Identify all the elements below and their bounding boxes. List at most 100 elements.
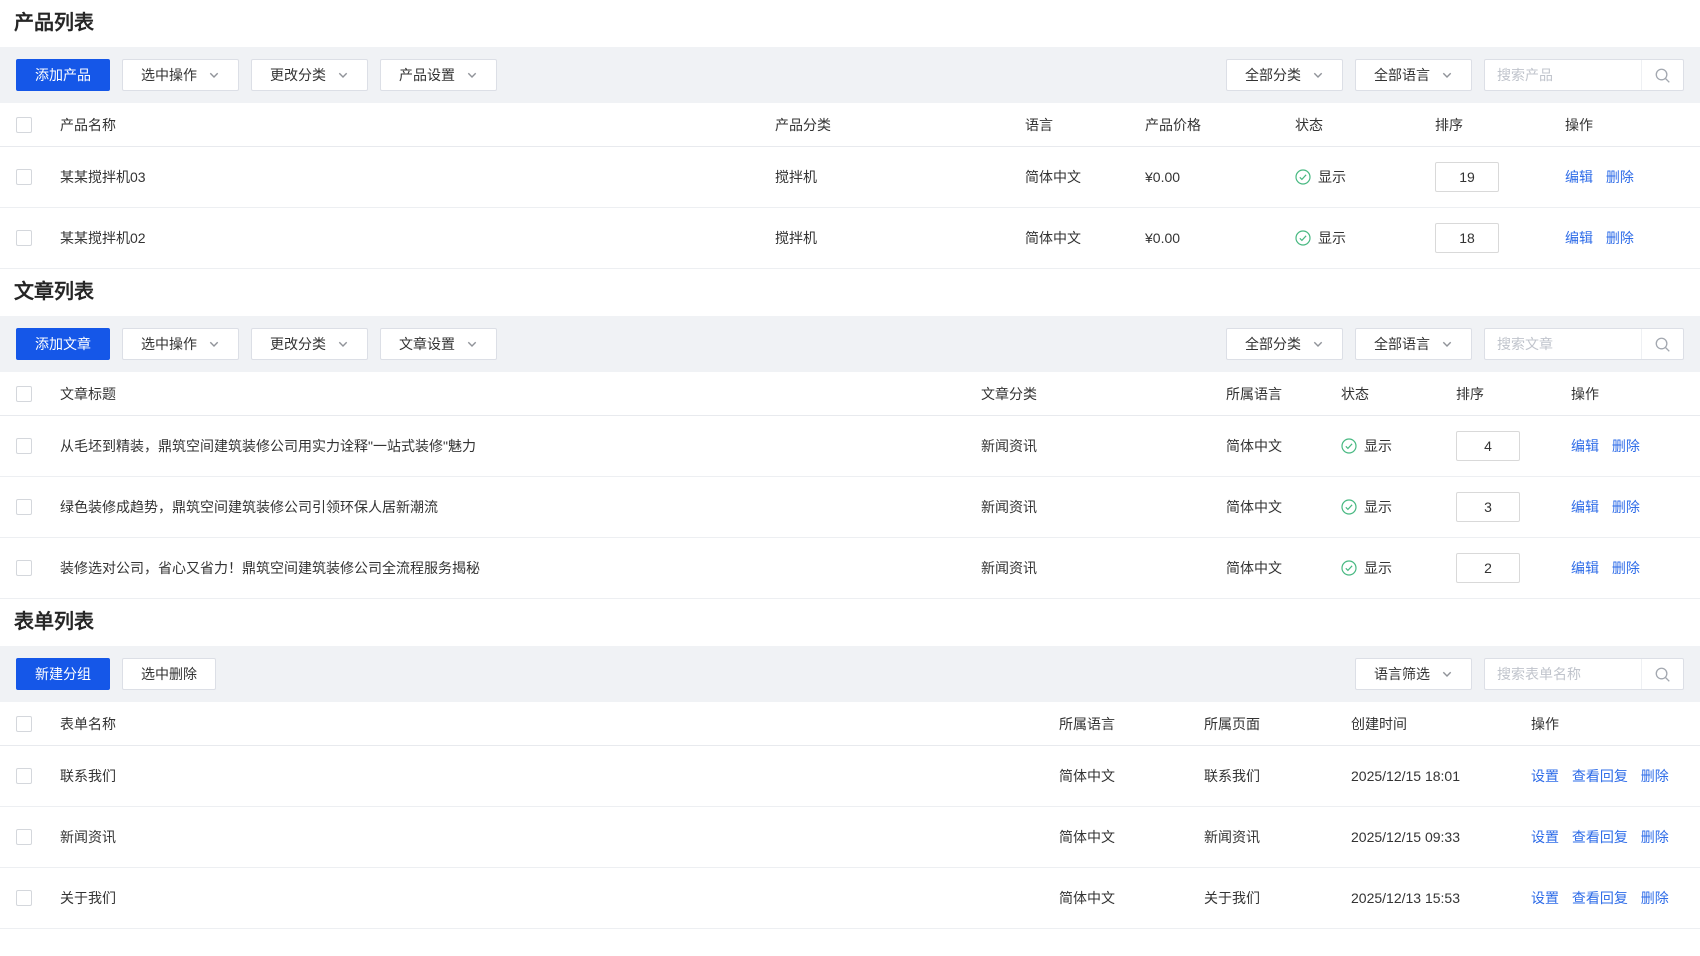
select-all-checkbox[interactable] [16, 386, 32, 402]
table-row: 新闻资讯 简体中文 新闻资讯 2025/12/15 09:33 设置 查看回复 … [0, 807, 1700, 868]
view-replies-link[interactable]: 查看回复 [1572, 768, 1628, 784]
product-settings-dropdown[interactable]: 产品设置 [380, 59, 497, 91]
article-category: 新闻资讯 [981, 558, 1226, 578]
product-category: 搅拌机 [775, 228, 1025, 248]
article-title: 绿色装修成趋势，鼎筑空间建筑装修公司引领环保人居新潮流 [60, 497, 981, 517]
form-name: 联系我们 [60, 766, 1059, 786]
check-circle-icon [1341, 560, 1357, 576]
table-row: 绿色装修成趋势，鼎筑空间建筑装修公司引领环保人居新潮流 新闻资讯 简体中文 显示… [0, 477, 1700, 538]
product-category: 搅拌机 [775, 167, 1025, 187]
product-name: 某某搅拌机02 [60, 228, 775, 248]
page-title-products: 产品列表 [0, 0, 1700, 47]
form-toolbar: 新建分组 选中删除 语言筛选 [0, 646, 1700, 702]
form-search-input[interactable] [1485, 659, 1641, 689]
change-category-dropdown[interactable]: 更改分类 [251, 328, 368, 360]
bulk-delete-button[interactable]: 选中删除 [122, 658, 216, 690]
chevron-down-icon [1441, 668, 1453, 680]
table-row: 某某搅拌机03 搅拌机 简体中文 ¥0.00 显示 编辑 删除 [0, 147, 1700, 208]
row-checkbox[interactable] [16, 829, 32, 845]
delete-link[interactable]: 删除 [1641, 829, 1669, 845]
product-toolbar: 添加产品 选中操作 更改分类 产品设置 全部分类 全部语言 [0, 47, 1700, 103]
search-icon[interactable] [1641, 329, 1683, 359]
row-checkbox[interactable] [16, 499, 32, 515]
delete-link[interactable]: 删除 [1612, 438, 1640, 454]
change-category-dropdown[interactable]: 更改分类 [251, 59, 368, 91]
sort-input[interactable] [1456, 492, 1520, 522]
form-page: 新闻资讯 [1204, 827, 1351, 847]
form-list-section: 表单列表 新建分组 选中删除 语言筛选 表单名称 所属语言 [0, 599, 1700, 929]
delete-link[interactable]: 删除 [1606, 230, 1634, 246]
add-article-button[interactable]: 添加文章 [16, 328, 110, 360]
product-table-header: 产品名称 产品分类 语言 产品价格 状态 排序 操作 [0, 103, 1700, 147]
edit-link[interactable]: 编辑 [1571, 560, 1599, 576]
chevron-down-icon [337, 69, 349, 81]
search-icon[interactable] [1641, 60, 1683, 90]
settings-link[interactable]: 设置 [1531, 890, 1559, 906]
bulk-action-dropdown[interactable]: 选中操作 [122, 59, 239, 91]
settings-link[interactable]: 设置 [1531, 829, 1559, 845]
language-filter-dropdown[interactable]: 语言筛选 [1355, 658, 1472, 690]
edit-link[interactable]: 编辑 [1571, 499, 1599, 515]
delete-link[interactable]: 删除 [1641, 890, 1669, 906]
edit-link[interactable]: 编辑 [1571, 438, 1599, 454]
delete-link[interactable]: 删除 [1612, 499, 1640, 515]
new-group-button[interactable]: 新建分组 [16, 658, 110, 690]
chevron-down-icon [466, 338, 478, 350]
bulk-action-dropdown[interactable]: 选中操作 [122, 328, 239, 360]
row-checkbox[interactable] [16, 438, 32, 454]
delete-link[interactable]: 删除 [1612, 560, 1640, 576]
language-filter-dropdown[interactable]: 全部语言 [1355, 59, 1472, 91]
form-created-time: 2025/12/15 18:01 [1351, 768, 1531, 784]
row-checkbox[interactable] [16, 169, 32, 185]
chevron-down-icon [208, 69, 220, 81]
article-toolbar: 添加文章 选中操作 更改分类 文章设置 全部分类 全部语言 [0, 316, 1700, 372]
add-product-button[interactable]: 添加产品 [16, 59, 110, 91]
form-page: 关于我们 [1204, 888, 1351, 908]
product-search-input[interactable] [1485, 60, 1641, 90]
delete-link[interactable]: 删除 [1606, 169, 1634, 185]
article-search-input[interactable] [1485, 329, 1641, 359]
article-language: 简体中文 [1226, 497, 1341, 517]
chevron-down-icon [208, 338, 220, 350]
page-title-forms: 表单列表 [0, 599, 1700, 646]
article-title: 装修选对公司，省心又省力！鼎筑空间建筑装修公司全流程服务揭秘 [60, 558, 981, 578]
table-row: 从毛坯到精装，鼎筑空间建筑装修公司用实力诠释"一站式装修"魅力 新闻资讯 简体中… [0, 416, 1700, 477]
select-all-checkbox[interactable] [16, 117, 32, 133]
row-checkbox[interactable] [16, 230, 32, 246]
form-language: 简体中文 [1059, 766, 1204, 786]
chevron-down-icon [1312, 338, 1324, 350]
sort-input[interactable] [1456, 553, 1520, 583]
form-created-time: 2025/12/13 15:53 [1351, 890, 1531, 906]
search-icon[interactable] [1641, 659, 1683, 689]
page-title-articles: 文章列表 [0, 269, 1700, 316]
category-filter-dropdown[interactable]: 全部分类 [1226, 59, 1343, 91]
article-table-header: 文章标题 文章分类 所属语言 状态 排序 操作 [0, 372, 1700, 416]
article-settings-dropdown[interactable]: 文章设置 [380, 328, 497, 360]
chevron-down-icon [1312, 69, 1324, 81]
delete-link[interactable]: 删除 [1641, 768, 1669, 784]
edit-link[interactable]: 编辑 [1565, 230, 1593, 246]
edit-link[interactable]: 编辑 [1565, 169, 1593, 185]
status-badge: 显示 [1295, 167, 1346, 187]
category-filter-dropdown[interactable]: 全部分类 [1226, 328, 1343, 360]
sort-input[interactable] [1435, 162, 1499, 192]
view-replies-link[interactable]: 查看回复 [1572, 829, 1628, 845]
check-circle-icon [1341, 499, 1357, 515]
form-table: 表单名称 所属语言 所属页面 创建时间 操作 联系我们 简体中文 联系我们 20… [0, 702, 1700, 929]
row-checkbox[interactable] [16, 560, 32, 576]
row-checkbox[interactable] [16, 768, 32, 784]
product-price: ¥0.00 [1145, 169, 1295, 185]
form-search [1484, 658, 1684, 690]
sort-input[interactable] [1435, 223, 1499, 253]
row-checkbox[interactable] [16, 890, 32, 906]
sort-input[interactable] [1456, 431, 1520, 461]
select-all-checkbox[interactable] [16, 716, 32, 732]
table-row: 联系我们 简体中文 联系我们 2025/12/15 18:01 设置 查看回复 … [0, 746, 1700, 807]
chevron-down-icon [1441, 69, 1453, 81]
product-table: 产品名称 产品分类 语言 产品价格 状态 排序 操作 某某搅拌机03 搅拌机 简… [0, 103, 1700, 269]
product-list-section: 产品列表 添加产品 选中操作 更改分类 产品设置 全部分类 全部语言 [0, 0, 1700, 269]
language-filter-dropdown[interactable]: 全部语言 [1355, 328, 1472, 360]
view-replies-link[interactable]: 查看回复 [1572, 890, 1628, 906]
settings-link[interactable]: 设置 [1531, 768, 1559, 784]
article-table: 文章标题 文章分类 所属语言 状态 排序 操作 从毛坯到精装，鼎筑空间建筑装修公… [0, 372, 1700, 599]
